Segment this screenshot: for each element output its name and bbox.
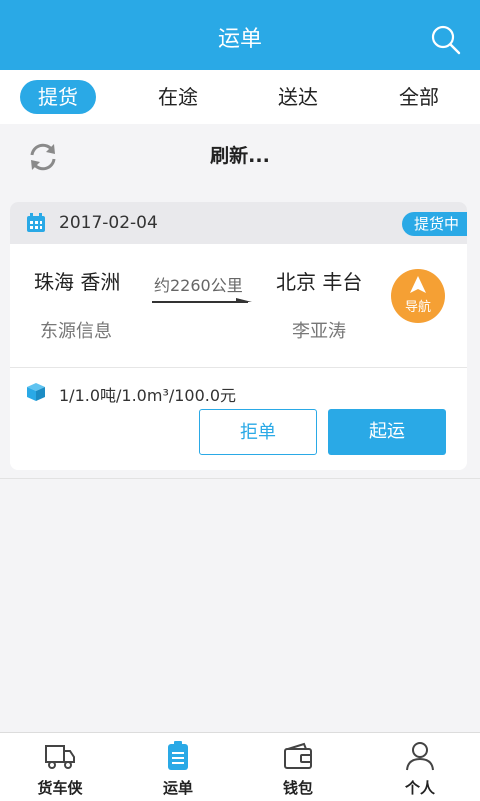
refresh-row: 刷新... xyxy=(0,124,480,188)
bottom-nav-label: 钱包 xyxy=(282,779,313,797)
bottom-navigation: 货车侠 运单 钱包 个人 xyxy=(0,732,480,801)
origin-city: 珠海 香洲 xyxy=(34,270,121,294)
tab-all[interactable]: 全部 xyxy=(381,80,457,114)
calendar-icon xyxy=(27,213,45,232)
cargo-summary: 1/1.0吨/1.0m³/100.0元 xyxy=(59,386,237,405)
tab-delivered[interactable]: 送达 xyxy=(260,80,336,114)
status-badge: 提货中 xyxy=(401,212,467,236)
reject-order-button[interactable]: 拒单 xyxy=(199,409,317,455)
user-icon xyxy=(406,742,434,771)
bottom-nav-orders[interactable]: 运单 xyxy=(118,733,238,801)
cargo-box-icon xyxy=(27,383,45,401)
tab-in-transit[interactable]: 在途 xyxy=(140,80,216,114)
bottom-nav-label: 个人 xyxy=(404,779,435,797)
bottom-nav-label: 运单 xyxy=(162,779,193,797)
order-card-header: 2017-02-04 提货中 xyxy=(10,202,467,244)
page-title: 运单 xyxy=(217,27,262,52)
clipboard-icon xyxy=(168,741,188,770)
receiver-name: 李亚涛 xyxy=(292,321,346,342)
wallet-icon xyxy=(284,742,312,769)
navigate-button[interactable]: 导航 xyxy=(391,269,445,323)
bottom-nav-trucker[interactable]: 货车侠 xyxy=(0,733,120,801)
navigate-label: 导航 xyxy=(404,300,431,315)
card-divider xyxy=(10,367,467,368)
tab-pickup[interactable]: 提货 xyxy=(20,80,96,114)
search-icon[interactable] xyxy=(430,24,462,56)
start-shipment-button[interactable]: 起运 xyxy=(328,409,446,455)
list-end-divider xyxy=(0,478,480,479)
app-header: 运单 xyxy=(0,10,480,70)
status-bar xyxy=(0,0,480,10)
order-date: 2017-02-04 xyxy=(59,213,158,233)
navigation-arrow-icon xyxy=(410,276,426,293)
sender-name: 东源信息 xyxy=(40,321,112,342)
status-tabs: 提货 在途 送达 全部 xyxy=(0,70,480,125)
bottom-nav-label: 货车侠 xyxy=(37,779,83,797)
distance-label: 约2260公里 xyxy=(154,276,243,295)
destination-city: 北京 丰台 xyxy=(276,270,363,294)
truck-icon xyxy=(45,745,75,769)
order-card[interactable]: 2017-02-04 提货中 珠海 香洲 约2260公里 北京 丰台 东源信息 … xyxy=(10,202,467,470)
bottom-nav-profile[interactable]: 个人 xyxy=(360,733,480,801)
route-arrow-icon xyxy=(152,298,252,303)
refresh-text: 刷新... xyxy=(210,145,270,167)
bottom-nav-wallet[interactable]: 钱包 xyxy=(238,733,358,801)
